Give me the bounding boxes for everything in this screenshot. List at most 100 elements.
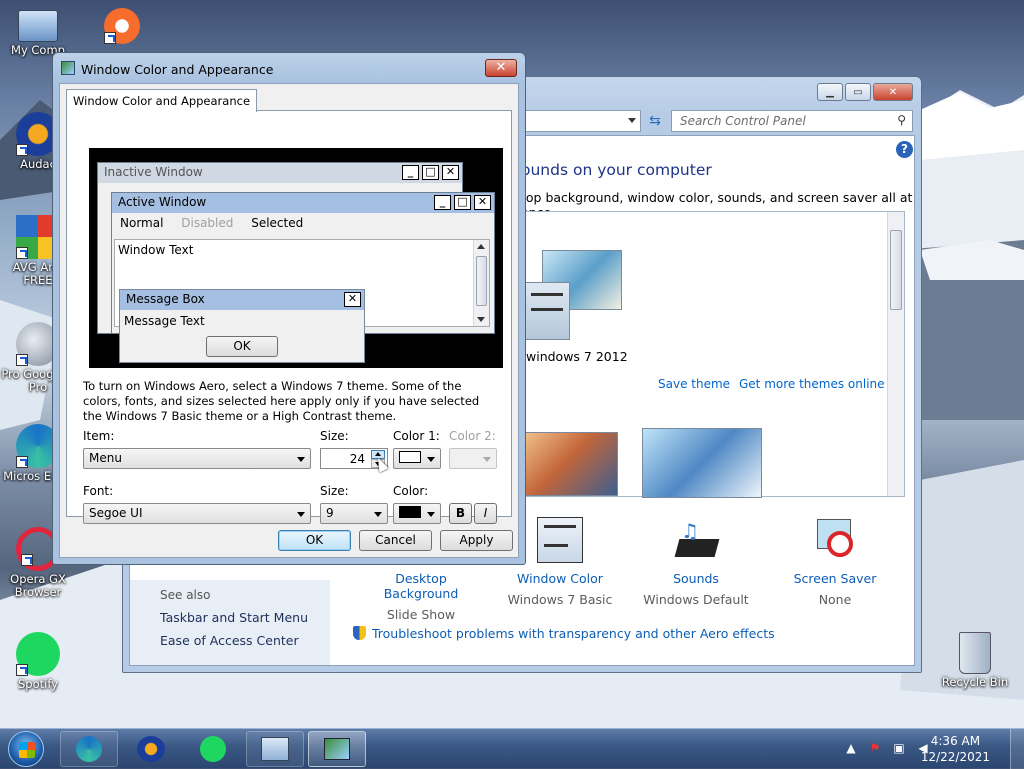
ease-of-access-link[interactable]: Ease of Access Center	[160, 633, 299, 648]
taskbar-start-menu-link[interactable]: Taskbar and Start Menu	[160, 610, 308, 625]
tab-panel: Inactive Window _ □ ✕ Active Window _ □ ✕ No…	[66, 110, 512, 524]
shortcut-arrow-icon	[16, 247, 28, 259]
refresh-icon[interactable]: ⇆	[643, 110, 667, 132]
network-icon[interactable]: ▣	[892, 741, 906, 755]
show-hidden-icons[interactable]: ▲	[844, 741, 858, 755]
preview-scrollbar[interactable]	[473, 240, 489, 326]
search-input[interactable]: Search Control Panel ⚲	[671, 110, 913, 132]
inactive-window-title-bar: Inactive Window _ □ ✕	[98, 163, 462, 183]
window-color-icon	[537, 517, 583, 563]
message-box-preview[interactable]: Message Box ✕ Message Text OK	[119, 289, 365, 363]
font-label: Font:	[83, 484, 114, 498]
themes-list[interactable]: windows 7 2012 Save theme Get more theme…	[521, 211, 905, 498]
maximize-icon: □	[454, 195, 471, 210]
theme-window-preview	[524, 282, 570, 340]
cancel-button[interactable]: Cancel	[359, 530, 432, 551]
color1-picker[interactable]	[393, 448, 441, 469]
shortcut-arrow-icon	[16, 456, 28, 468]
get-more-themes-link[interactable]: Get more themes online	[739, 377, 885, 391]
scroll-down-icon	[477, 317, 485, 322]
menu-item-normal[interactable]: Normal	[120, 216, 163, 230]
tab-window-color-appearance[interactable]: Window Color and Appearance	[66, 89, 258, 112]
spotify-icon	[200, 736, 226, 762]
font-select-value: Segoe UI	[89, 506, 143, 520]
sounds-item[interactable]: ♫ Sounds Windows Default	[641, 517, 751, 607]
taskbar-control-panel[interactable]	[246, 731, 304, 767]
close-button[interactable]: ✕	[873, 83, 913, 101]
shield-icon	[353, 626, 366, 640]
active-window-buttons: _ □ ✕	[434, 195, 491, 210]
theme-thumbnail[interactable]	[524, 432, 618, 496]
italic-button[interactable]: I	[474, 503, 497, 524]
bold-button[interactable]: B	[449, 503, 472, 524]
scroll-up-icon	[477, 244, 485, 249]
active-window-title-bar: Active Window _ □ ✕	[112, 193, 494, 213]
inactive-window-title: Inactive Window	[104, 165, 203, 179]
troubleshoot-label: Troubleshoot problems with transparency …	[372, 626, 775, 641]
start-button[interactable]	[8, 731, 44, 767]
color2-label: Color 2:	[449, 429, 496, 443]
desktop-icon-spotify[interactable]: Spotify	[0, 632, 76, 691]
item-select-value: Menu	[89, 451, 122, 465]
audacity-icon	[137, 736, 165, 762]
page-title: ounds on your computer	[521, 161, 712, 179]
spotify-icon	[16, 632, 60, 676]
ok-button[interactable]: OK	[278, 530, 351, 551]
save-theme-link[interactable]: Save theme	[658, 377, 730, 391]
item-label: Item:	[83, 429, 115, 443]
minimize-button[interactable]: ▁	[817, 83, 843, 101]
desktop-icon-recycle-bin[interactable]: Recycle Bin	[937, 632, 1013, 689]
desktop-icon-origin[interactable]	[84, 8, 160, 46]
taskbar-edge[interactable]	[60, 731, 118, 767]
window-color-appearance-dialog: Window Color and Appearance ✕ Window Col…	[52, 52, 526, 565]
window-color-value: Windows 7 Basic	[507, 592, 613, 607]
show-desktop-button[interactable]	[1010, 729, 1024, 769]
maximize-icon: □	[422, 165, 439, 180]
taskbar-audacity[interactable]	[122, 731, 180, 767]
shortcut-arrow-icon	[104, 32, 116, 44]
clock[interactable]: 4:36 AM 12/22/2021	[921, 733, 990, 765]
address-bar[interactable]	[525, 110, 641, 132]
help-icon[interactable]: ?	[896, 141, 913, 158]
size-spinner-value: 24	[349, 452, 365, 466]
preview-ok-button[interactable]: OK	[206, 336, 278, 357]
menu-bar: Normal Disabled Selected	[112, 213, 494, 235]
desktop-icon-label: Audac	[20, 157, 56, 171]
screen-saver-icon	[813, 517, 857, 563]
taskbar-window-color[interactable]	[308, 731, 366, 767]
scrollbar-thumb[interactable]	[476, 256, 487, 306]
color1-swatch	[399, 451, 421, 463]
color2-picker	[449, 448, 497, 469]
shortcut-arrow-icon	[21, 554, 33, 566]
clock-time: 4:36 AM	[930, 734, 981, 748]
taskbar-spotify[interactable]	[184, 731, 242, 767]
origin-icon	[104, 8, 140, 44]
shortcut-arrow-icon	[16, 354, 28, 366]
font-size-select[interactable]: 9	[320, 503, 388, 524]
troubleshoot-link[interactable]: Troubleshoot problems with transparency …	[353, 626, 775, 641]
apply-button[interactable]: Apply	[440, 530, 513, 551]
desktop-icon-my-computer[interactable]: My Comp	[0, 10, 76, 57]
chevron-down-icon	[483, 457, 491, 462]
font-color-picker[interactable]	[393, 503, 441, 524]
font-color-swatch	[399, 506, 421, 518]
desktop-background-value: Slide Show	[386, 607, 456, 622]
color1-label: Color 1:	[393, 429, 440, 443]
vertical-scrollbar[interactable]	[887, 212, 904, 496]
window-text: Window Text	[118, 243, 194, 257]
menu-item-selected[interactable]: Selected	[251, 216, 303, 230]
scrollbar-thumb[interactable]	[890, 230, 902, 310]
close-button[interactable]: ✕	[485, 59, 517, 77]
action-center-icon[interactable]: ⚑	[868, 741, 882, 755]
close-icon: ✕	[474, 195, 491, 210]
aero-info-text: To turn on Windows Aero, select a Window…	[83, 379, 480, 423]
theme-thumbnail[interactable]	[642, 428, 762, 498]
item-select[interactable]: Menu	[83, 448, 311, 469]
font-select[interactable]: Segoe UI	[83, 503, 311, 524]
maximize-button[interactable]: ▭	[845, 83, 871, 101]
theme-name[interactable]: windows 7 2012	[526, 349, 628, 364]
dialog-client-area: Window Color and Appearance Inactive Win…	[59, 83, 519, 558]
screen-saver-item[interactable]: Screen Saver None	[780, 517, 890, 607]
font-size-label: Size:	[320, 484, 349, 498]
desktop-background-item[interactable]: Desktop Background Slide Show	[361, 571, 481, 622]
